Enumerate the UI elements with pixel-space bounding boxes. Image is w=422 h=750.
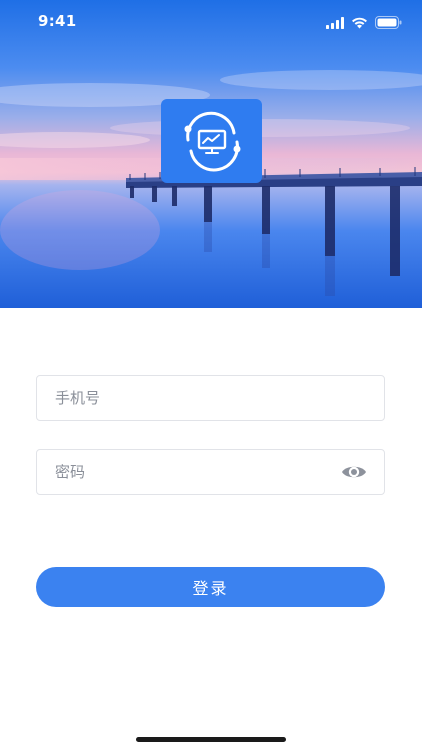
app-logo xyxy=(161,99,262,183)
home-indicator[interactable] xyxy=(136,737,286,742)
status-bar: 9:41 xyxy=(0,0,422,44)
password-field xyxy=(36,449,385,495)
phone-field xyxy=(36,375,385,421)
hero-banner: 9:41 xyxy=(0,0,422,308)
wifi-icon xyxy=(351,14,368,33)
battery-icon xyxy=(375,14,402,33)
sync-chart-monitor-icon xyxy=(184,111,241,172)
status-time: 9:41 xyxy=(38,12,77,30)
phone-input[interactable] xyxy=(37,376,384,420)
cellular-signal-icon xyxy=(326,14,344,33)
login-button[interactable]: 登录 xyxy=(36,567,385,607)
status-icons xyxy=(326,14,402,33)
password-input[interactable] xyxy=(37,450,384,494)
eye-icon[interactable] xyxy=(340,462,368,482)
login-screen: 9:41 手机号 登录 xyxy=(0,0,422,750)
